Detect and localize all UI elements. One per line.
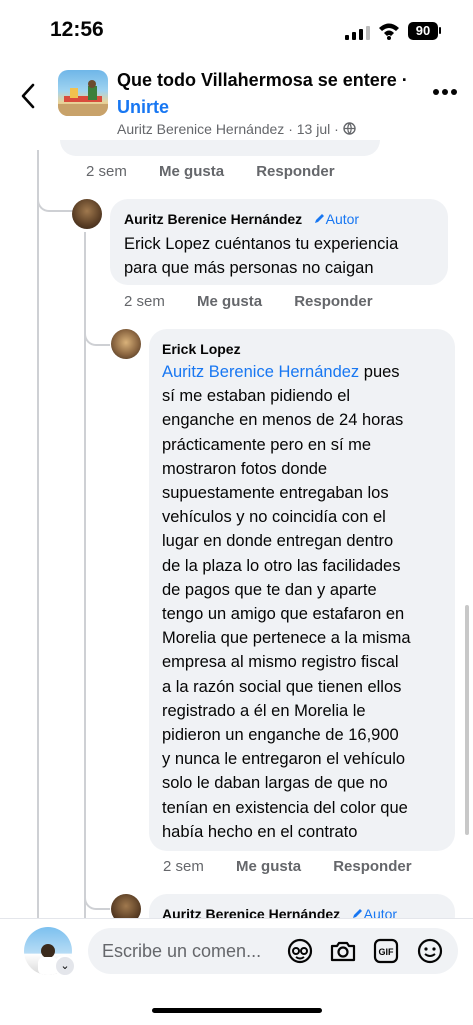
comment-text-line: y nunca le entregaron el vehículo (162, 750, 406, 769)
globe-icon (342, 122, 356, 135)
comment-text-line: Erick Lopez cuéntanos tu experiencia (124, 235, 399, 253)
avatar[interactable] (111, 329, 141, 359)
author-badge-label: Autor (325, 211, 360, 227)
group-photo-icon (58, 80, 108, 116)
comment-text-line: sí me estaban pidiendo el (162, 387, 351, 406)
gif-icon[interactable]: GIF (372, 937, 400, 965)
comment-text-line: tenían en existencia del color que (162, 798, 408, 817)
comment-text-line: enganche en menos de 24 horas (162, 411, 404, 430)
comment-text-line: a la razón social que tienen ellos (162, 677, 402, 696)
comment-time: 2 sem (163, 858, 204, 875)
mention-link[interactable]: Auritz Berenice Hernández (162, 363, 359, 381)
join-group-link[interactable]: Unirte (117, 97, 169, 118)
pencil-icon (314, 214, 324, 223)
comment-text-line: Morelia que pertenece a la misma (162, 629, 411, 648)
comment-text-line: vehículos y no coincidía con el (162, 508, 386, 527)
status-time: 12:56 (50, 18, 104, 41)
comment-text-line: pidieron un enganche de 16,900 (162, 726, 399, 745)
comment-text-fragment: pues (359, 363, 400, 381)
comment-bubble: Auritz Berenice Hernández Autor Erick Lo… (110, 199, 448, 285)
group-name[interactable]: Que todo Villahermosa se entere · (117, 70, 408, 91)
comment-actions: 2 sem Me gusta Responder (163, 858, 440, 875)
comment-text-line: tengo un amigo que estafaron en (162, 605, 405, 624)
more-options-icon[interactable] (432, 88, 458, 96)
comment-text-line: registrado a él en Morelia le (162, 701, 366, 720)
svg-text:GIF: GIF (379, 947, 395, 957)
back-chevron-icon[interactable] (18, 82, 38, 110)
battery-tip (439, 27, 441, 34)
comment-author-name[interactable]: Auritz Berenice Hernández (124, 211, 302, 227)
post-meta: Auritz Berenice Hernández · 13 jul · (117, 121, 356, 137)
emoji-icon[interactable] (416, 937, 444, 965)
comment-text-line: supuestamente entregaban los (162, 484, 389, 503)
like-button[interactable]: Me gusta (159, 163, 224, 180)
comment-text-line: lugar en donde entregan dentro (162, 532, 394, 551)
thread-connector (37, 186, 73, 212)
camera-icon[interactable] (329, 937, 357, 965)
reply-button[interactable]: Responder (333, 858, 411, 875)
comment-author-name[interactable]: Erick Lopez (162, 341, 241, 357)
previous-bubble-bottom (60, 140, 380, 156)
thread-connector (84, 320, 110, 346)
comment-text-line: había hecho en el contrato (162, 822, 358, 841)
comment-text-line: de la plaza lo otro las facilidades (162, 556, 401, 575)
thread-line-outer (37, 150, 39, 918)
wifi-icon (379, 23, 399, 40)
comment-actions: 2 sem Me gusta Responder (86, 163, 363, 180)
like-button[interactable]: Me gusta (236, 858, 301, 875)
comment-text-line: Auritz Berenice Hernández pues (162, 360, 411, 384)
post-author[interactable]: Auritz Berenice Hernández (117, 121, 284, 137)
comment-time: 2 sem (86, 163, 127, 180)
author-badge: Autor (313, 211, 359, 227)
battery-indicator: 90 (408, 22, 438, 40)
reply-button[interactable]: Responder (256, 163, 334, 180)
comment-input-placeholder: Escribe un comen... (102, 941, 262, 961)
home-indicator (152, 1008, 322, 1013)
scrollbar[interactable] (465, 605, 469, 835)
comment-text-line: de pagos que te dan y aparte (162, 580, 377, 599)
comment-actions: 2 sem Me gusta Responder (124, 293, 401, 310)
reply-button[interactable]: Responder (294, 293, 372, 310)
comment-text-line: empresa al mismo registro fiscal (162, 653, 399, 672)
comment-text-line: solo le daban largas de que no (162, 774, 388, 793)
comment-text-line: mostraron fotos donde (162, 459, 328, 478)
like-button[interactable]: Me gusta (197, 293, 262, 310)
group-thumbnail[interactable] (58, 70, 108, 116)
cellular-signal-icon (345, 26, 370, 40)
comment-bubble: Erick Lopez Auritz Berenice Hernández pu… (149, 329, 455, 851)
chevron-down-icon[interactable]: ⌄ (54, 955, 76, 977)
comment-text-line: para que más personas no caigan (124, 259, 374, 278)
avatar[interactable] (72, 199, 102, 229)
thread-connector (84, 884, 110, 910)
avatar-sticker-icon[interactable] (286, 937, 314, 965)
post-date: · 13 jul · (288, 121, 339, 137)
comment-text-line: prácticamente pero en sí me (162, 435, 372, 454)
comment-time: 2 sem (124, 293, 165, 310)
